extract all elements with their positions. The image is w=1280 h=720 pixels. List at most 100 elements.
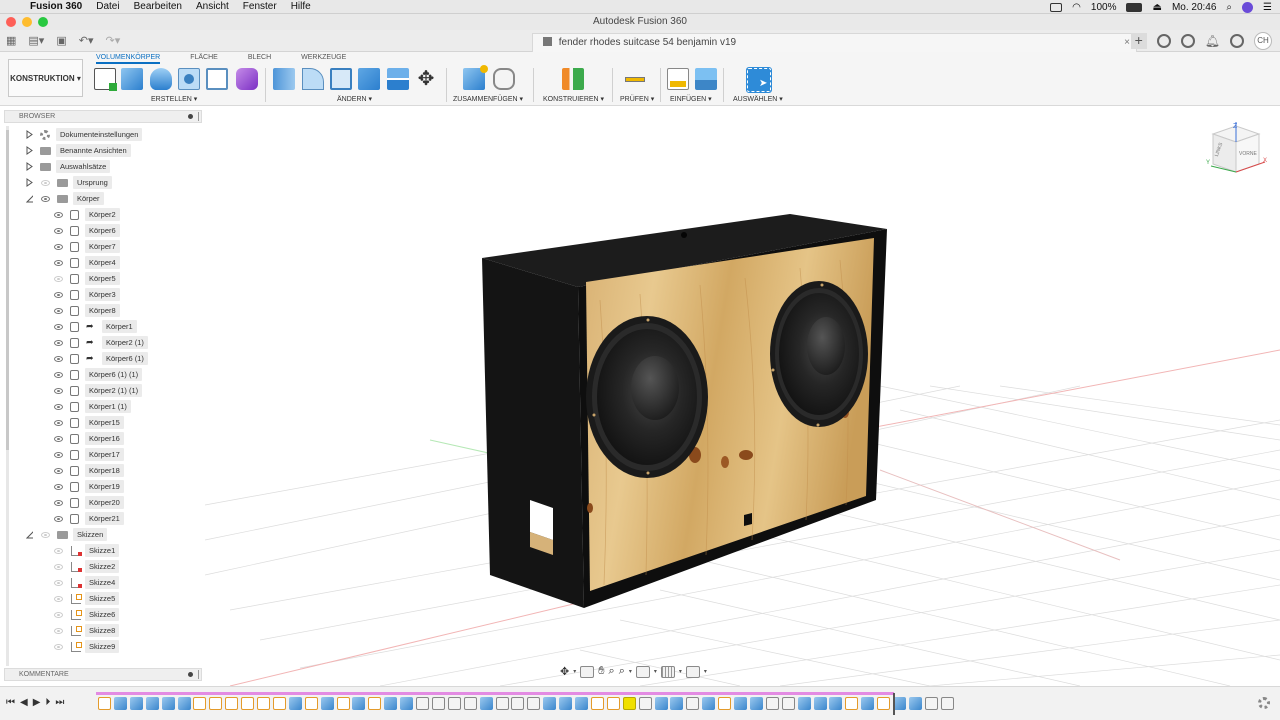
- visibility-eye-icon[interactable]: [54, 436, 63, 442]
- menu-datei[interactable]: Datei: [96, 1, 119, 12]
- timeline-step-icon[interactable]: [368, 697, 381, 710]
- visibility-eye-icon[interactable]: [54, 260, 63, 266]
- redo-icon[interactable]: ↷▾: [105, 34, 120, 47]
- timeline-track[interactable]: [96, 692, 894, 695]
- body-row[interactable]: Körper21: [4, 512, 202, 526]
- fit-zoom-icon[interactable]: ⌕: [619, 665, 625, 678]
- go-to-start-icon[interactable]: ⏮: [6, 697, 15, 709]
- timeline-step-icon[interactable]: [289, 697, 302, 710]
- timeline-step-icon[interactable]: [766, 697, 779, 710]
- menu-bearbeiten[interactable]: Bearbeiten: [134, 1, 182, 12]
- orbit-constrained-icon[interactable]: ✥: [560, 665, 569, 678]
- timeline-step-icon[interactable]: [750, 697, 763, 710]
- sketch-row[interactable]: Skizze5: [4, 592, 202, 606]
- extensions-icon[interactable]: [1156, 34, 1171, 48]
- timeline-step-icon[interactable]: [114, 697, 127, 710]
- body-row[interactable]: Körper8: [4, 304, 202, 318]
- timeline-step-icon[interactable]: [448, 697, 461, 710]
- tree-item-ursprung[interactable]: Ursprung: [4, 176, 202, 190]
- group-auswaehlen[interactable]: AUSWÄHLEN ▾: [733, 95, 783, 103]
- visibility-eye-icon[interactable]: [54, 244, 63, 250]
- timeline-step-icon[interactable]: [575, 697, 588, 710]
- visibility-eye-icon[interactable]: [54, 516, 63, 522]
- timeline-step-icon[interactable]: [384, 697, 397, 710]
- timeline-step-icon[interactable]: [146, 697, 159, 710]
- visibility-eye-icon[interactable]: [41, 180, 50, 186]
- timeline-step-icon[interactable]: [686, 697, 699, 710]
- timeline-step-icon[interactable]: [162, 697, 175, 710]
- timeline-step-icon[interactable]: [511, 697, 524, 710]
- timeline-step-icon[interactable]: [814, 697, 827, 710]
- grid-snaps-icon[interactable]: [660, 665, 675, 678]
- visibility-eye-icon[interactable]: [54, 308, 63, 314]
- browser-header[interactable]: BROWSER: [4, 110, 202, 123]
- timeline-step-icon[interactable]: [798, 697, 811, 710]
- visibility-eye-icon[interactable]: [54, 644, 63, 650]
- group-einfuegen[interactable]: EINFÜGEN ▾: [670, 95, 712, 103]
- shell-icon[interactable]: [330, 68, 352, 90]
- body-row[interactable]: Körper18: [4, 464, 202, 478]
- visibility-eye-icon[interactable]: [54, 292, 63, 298]
- visibility-eye-icon[interactable]: [54, 468, 63, 474]
- body-row[interactable]: Körper3: [4, 288, 202, 302]
- linked-body-row[interactable]: ➦ Körper6 (1): [4, 352, 202, 366]
- visibility-eye-icon[interactable]: [54, 580, 63, 586]
- timeline-step-icon[interactable]: [718, 697, 731, 710]
- body-row[interactable]: Körper15: [4, 416, 202, 430]
- timeline-step-icon[interactable]: [432, 697, 445, 710]
- menu-app-name[interactable]: Fusion 360: [30, 1, 82, 12]
- visibility-eye-icon[interactable]: [54, 356, 63, 362]
- help-icon[interactable]: [1230, 34, 1244, 48]
- user-avatar[interactable]: CH: [1254, 32, 1272, 50]
- visibility-eye-icon[interactable]: [54, 420, 63, 426]
- viewports-icon[interactable]: [685, 665, 700, 678]
- insert-canvas-icon[interactable]: [695, 68, 717, 90]
- step-forward-icon[interactable]: ⏵: [45, 697, 50, 709]
- group-pruefen[interactable]: PRÜFEN ▾: [620, 95, 654, 103]
- go-to-end-icon[interactable]: ⏭: [55, 697, 64, 709]
- visibility-eye-icon[interactable]: [54, 276, 63, 282]
- fillet-icon[interactable]: [302, 68, 324, 90]
- timeline-step-icon[interactable]: [670, 697, 683, 710]
- select-icon[interactable]: ➤: [746, 67, 772, 93]
- data-panel-icon[interactable]: ▦: [6, 34, 16, 47]
- tab-volumenkoerper[interactable]: VOLUMENKÖRPER: [96, 54, 161, 64]
- menu-hilfe[interactable]: Hilfe: [291, 1, 311, 12]
- save-icon[interactable]: ▣: [56, 34, 66, 47]
- display-settings-icon[interactable]: [635, 665, 650, 678]
- new-tab-icon[interactable]: +: [1130, 33, 1147, 49]
- timeline-step-icon[interactable]: [877, 697, 890, 710]
- timeline-step-icon[interactable]: [241, 697, 254, 710]
- timeline-step-icon[interactable]: [941, 697, 954, 710]
- body-row[interactable]: Körper17: [4, 448, 202, 462]
- timeline-step-icon[interactable]: [623, 697, 636, 710]
- browser-pin-icon[interactable]: [198, 112, 199, 121]
- body-row[interactable]: Körper7: [4, 240, 202, 254]
- timeline-step-icon[interactable]: [98, 697, 111, 710]
- body-row[interactable]: Körper2: [4, 208, 202, 222]
- body-row[interactable]: Körper6 (1) (1): [4, 368, 202, 382]
- insert-svg-icon[interactable]: [667, 68, 689, 90]
- body-row[interactable]: Körper1 (1): [4, 400, 202, 414]
- offset-plane-icon[interactable]: [562, 68, 584, 90]
- battery-icon[interactable]: [1126, 2, 1143, 12]
- move-copy-icon[interactable]: ✥: [415, 68, 437, 90]
- close-tab-icon[interactable]: ×: [1124, 34, 1130, 52]
- split-body-icon[interactable]: [387, 68, 409, 90]
- timeline-step-icon[interactable]: [321, 697, 334, 710]
- group-erstellen[interactable]: ERSTELLEN ▾: [151, 95, 197, 103]
- timeline-step-icon[interactable]: [543, 697, 556, 710]
- timeline-step-icon[interactable]: [337, 697, 350, 710]
- tree-item-koerper-folder[interactable]: Körper: [4, 192, 202, 206]
- body-row[interactable]: Körper5: [4, 272, 202, 286]
- workspace-selector[interactable]: KONSTRUKTION ▾: [8, 59, 83, 97]
- menu-fenster[interactable]: Fenster: [243, 1, 277, 12]
- collapse-arrow-icon[interactable]: [26, 530, 33, 539]
- group-aendern[interactable]: ÄNDERN ▾: [337, 95, 372, 103]
- visibility-eye-icon[interactable]: [54, 340, 63, 346]
- body-row[interactable]: Körper19: [4, 480, 202, 494]
- pan-hand-icon[interactable]: ✋︎: [598, 665, 604, 678]
- sketch-row[interactable]: Skizze6: [4, 608, 202, 622]
- visibility-eye-icon[interactable]: [54, 452, 63, 458]
- hole-icon[interactable]: [178, 68, 200, 90]
